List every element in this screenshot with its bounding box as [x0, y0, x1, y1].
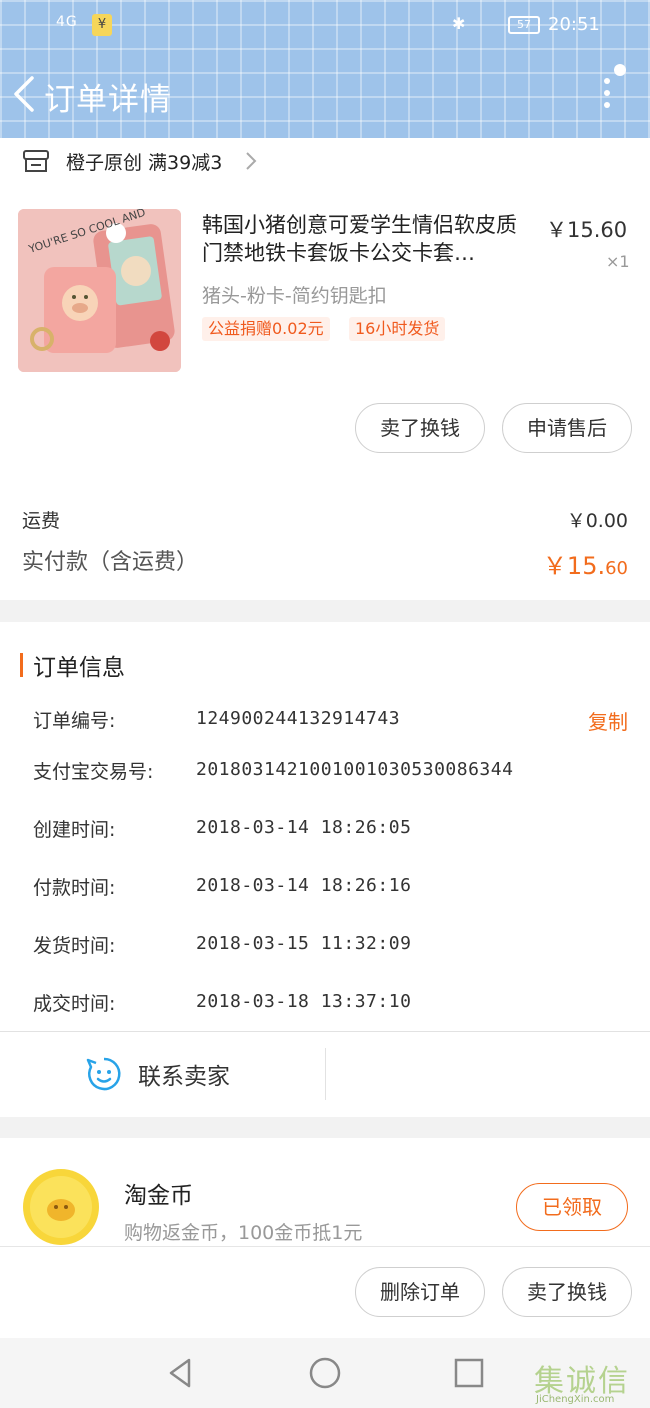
delete-order-button[interactable]: 删除订单: [355, 1267, 485, 1317]
after-sale-button[interactable]: 申请售后: [502, 403, 632, 453]
contact-divider: [325, 1048, 326, 1100]
order-info-heading: 订单信息: [20, 648, 125, 682]
order-info-title: 订单信息: [33, 655, 125, 681]
created-time-label: 创建时间:: [33, 819, 116, 841]
status-time: 20:51: [548, 14, 600, 35]
shop-name: 橙子原创 满39减3: [66, 151, 223, 174]
total-amount-int: ￥15.: [542, 552, 606, 580]
page-title: 订单详情: [44, 82, 172, 118]
charity-tag: 公益捐赠0.02元: [202, 317, 330, 341]
chat-face-icon: [86, 1057, 121, 1091]
product-price: ￥15.60: [546, 218, 628, 242]
paid-time-value: 2018-03-14 18:26:16: [196, 875, 412, 896]
coin-card: 淘金币 购物返金币，100金币抵1元 已领取: [0, 1138, 650, 1246]
completed-time-value: 2018-03-18 13:37:10: [196, 991, 412, 1012]
paid-time-label: 付款时间:: [33, 877, 116, 899]
contact-seller-button[interactable]: 联系卖家: [86, 1056, 230, 1092]
bottom-action-bar: 删除订单 卖了换钱: [0, 1246, 650, 1338]
notification-dot: [614, 64, 626, 76]
chevron-left-icon: [14, 76, 34, 112]
chevron-right-icon: [246, 152, 257, 170]
nav-home-icon[interactable]: [308, 1356, 342, 1390]
shipping-label: 运费: [22, 510, 61, 532]
store-icon: [23, 150, 49, 172]
total-amount: ￥15.60: [543, 546, 628, 581]
alipay-trade-label: 支付宝交易号:: [33, 761, 154, 783]
bluetooth-icon: ✱: [452, 14, 466, 33]
total-label: 实付款（含运费）: [22, 550, 199, 575]
shipping-time-tag: 16小时发货: [349, 317, 446, 341]
product-title[interactable]: 韩国小猪创意可爱学生情侣软皮质门禁地铁卡套饭卡公交卡套…: [202, 211, 537, 267]
header: 4G ¥ ✱ 57 20:51 订单详情: [0, 0, 650, 138]
nav-back-icon[interactable]: [163, 1356, 197, 1390]
signal-indicator: 4G: [56, 14, 78, 30]
created-time-value: 2018-03-14 18:26:05: [196, 817, 412, 838]
watermark-url: JiChengXin.com: [536, 1394, 615, 1405]
status-bar: 4G ¥ ✱ 57 20:51: [0, 0, 650, 52]
more-dot: [604, 78, 610, 84]
alipay-trade-value: 2018031421001001030530086344: [196, 759, 514, 780]
product-image: YOU'RE SO COOL AND: [18, 209, 181, 372]
yen-notification-icon: ¥: [92, 14, 112, 36]
nav-recents-icon[interactable]: [452, 1356, 486, 1390]
claimed-button[interactable]: 已领取: [516, 1183, 628, 1231]
order-number-value: 124900244132914743: [196, 708, 401, 729]
more-dot: [604, 90, 610, 96]
battery-icon: 57: [508, 16, 540, 34]
product-quantity: ×1: [606, 252, 630, 271]
bottom-sell-for-cash-button[interactable]: 卖了换钱: [502, 1267, 632, 1317]
gold-coin-icon: [23, 1169, 99, 1245]
heading-accent-bar: [20, 653, 23, 677]
shipped-time-label: 发货时间:: [33, 935, 116, 957]
completed-time-label: 成交时间:: [33, 993, 116, 1015]
product-thumbnail[interactable]: YOU'RE SO COOL AND: [18, 209, 181, 372]
order-number-label: 订单编号:: [33, 710, 116, 732]
total-amount-dec: 60: [605, 558, 628, 579]
shipping-value: ￥0.00: [566, 510, 628, 532]
copy-button[interactable]: 复制: [588, 706, 628, 735]
sell-for-cash-button[interactable]: 卖了换钱: [355, 403, 485, 453]
more-dot: [604, 102, 610, 108]
shipped-time-value: 2018-03-15 11:32:09: [196, 933, 412, 954]
shop-link[interactable]: 橙子原创 满39减3: [22, 146, 258, 176]
more-options-button[interactable]: [596, 64, 626, 114]
contact-row: 联系卖家: [0, 1031, 650, 1117]
product-sku: 猪头-粉卡-简约钥匙扣: [202, 285, 387, 307]
contact-seller-label: 联系卖家: [138, 1064, 230, 1090]
back-button[interactable]: [10, 74, 40, 114]
coin-title: 淘金币: [124, 1183, 193, 1209]
coin-subtitle: 购物返金币，100金币抵1元: [124, 1222, 363, 1244]
